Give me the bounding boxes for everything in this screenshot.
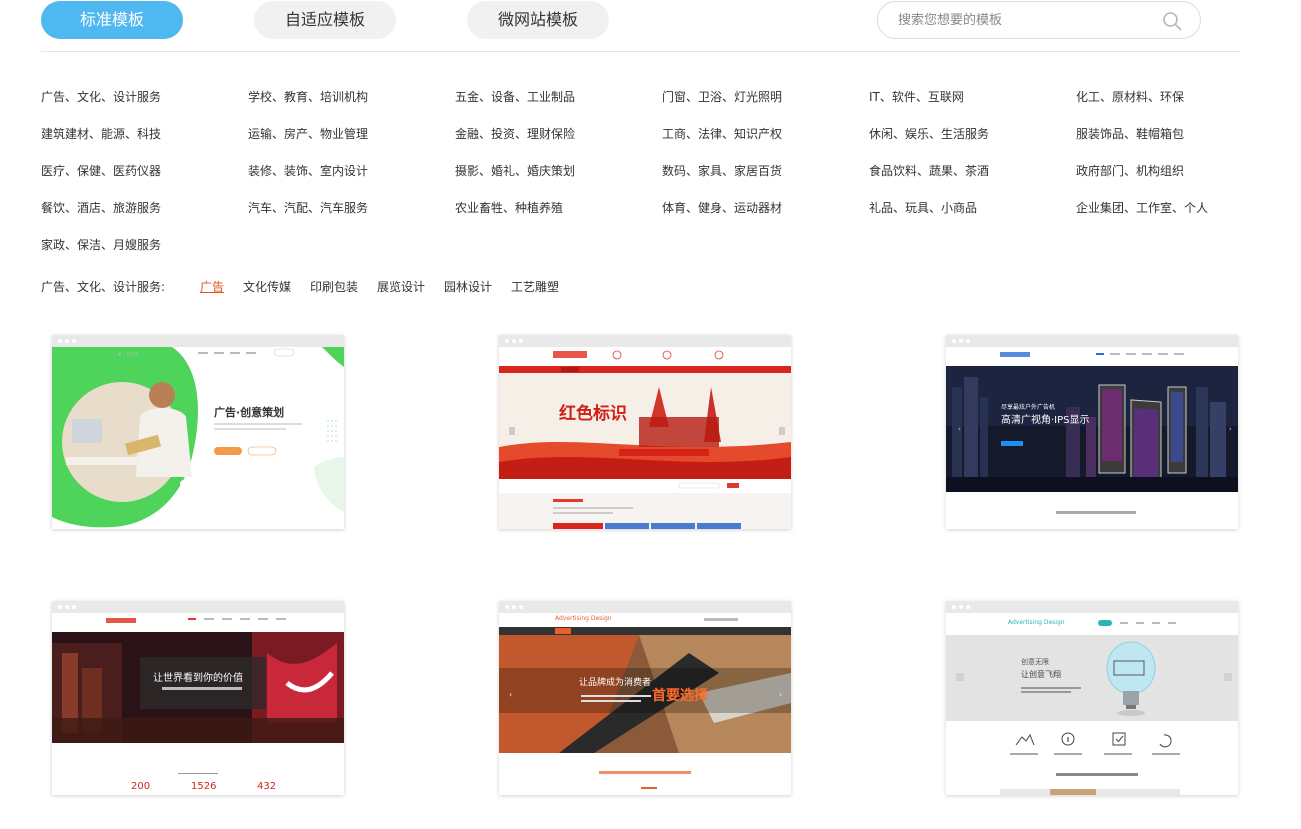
template-preview: 让世界看到你的价值 200 1526 432 bbox=[52, 613, 344, 795]
category-item[interactable]: 体育、健身、运动器材 bbox=[662, 197, 782, 219]
preview-headline: 让世界看到你的价值 bbox=[153, 673, 243, 684]
preview-brand: Advertising Design bbox=[555, 615, 612, 622]
preview-headline: 让创意飞翔 bbox=[1021, 670, 1061, 679]
browser-chrome bbox=[52, 335, 344, 347]
category-item[interactable]: 政府部门、机构组织 bbox=[1076, 160, 1184, 182]
category-item[interactable]: 门窗、卫浴、灯光照明 bbox=[662, 86, 782, 108]
preview-illustration bbox=[946, 613, 1238, 795]
category-item[interactable]: 金融、投资、理财保险 bbox=[455, 123, 575, 145]
filter-item-yuanlinsheji[interactable]: 园林设计 bbox=[444, 276, 492, 298]
category-item[interactable]: 五金、设备、工业制品 bbox=[455, 86, 575, 108]
preview-headline: 广告·创意策划 bbox=[214, 406, 285, 419]
preview-lead: 让品牌成为消费者 bbox=[579, 678, 652, 688]
category-item[interactable]: 礼品、玩具、小商品 bbox=[869, 197, 977, 219]
preview-stat: 200 bbox=[131, 781, 151, 792]
category-item[interactable]: 化工、原材料、环保 bbox=[1076, 86, 1184, 108]
svg-text:‹: ‹ bbox=[958, 425, 961, 433]
browser-chrome bbox=[946, 601, 1238, 613]
preview-headline: 红色标识 bbox=[559, 404, 627, 424]
filter-item-guanggao[interactable]: 广告 bbox=[200, 276, 224, 298]
category-item[interactable]: 农业畜牲、种植养殖 bbox=[455, 197, 563, 219]
tab-responsive-templates[interactable]: 自适应模板 bbox=[254, 1, 396, 39]
svg-text:● 广告创意: ● 广告创意 bbox=[118, 350, 139, 356]
template-card[interactable]: ‹ › 尽享最炫户外广告机 高清广视角·IPS显示 bbox=[946, 335, 1238, 529]
template-card[interactable]: ● 广告创意 广告·创意策划 bbox=[52, 335, 344, 529]
template-card[interactable]: Advertising Design 创意无限 让创意飞翔 bbox=[946, 601, 1238, 795]
svg-text:‹: ‹ bbox=[509, 690, 512, 699]
tab-micro-site-templates[interactable]: 微网站模板 bbox=[467, 1, 609, 39]
preview-brand: Advertising Design bbox=[1008, 619, 1065, 626]
category-item[interactable]: 汽车、汽配、汽车服务 bbox=[248, 197, 368, 219]
template-type-bar: 标准模板 自适应模板 微网站模板 bbox=[41, 0, 1241, 52]
template-card[interactable]: 红色标识 bbox=[499, 335, 791, 529]
preview-headline: 首要选择 bbox=[652, 688, 708, 704]
browser-chrome bbox=[499, 601, 791, 613]
category-item[interactable]: 医疗、保健、医药仪器 bbox=[41, 160, 161, 182]
search-icon[interactable] bbox=[1162, 11, 1182, 31]
category-item[interactable]: 工商、法律、知识产权 bbox=[662, 123, 782, 145]
category-item[interactable]: 运输、房产、物业管理 bbox=[248, 123, 368, 145]
template-card[interactable]: ‹ › Advertising Design 让品牌成为消费者 首要选择 bbox=[499, 601, 791, 795]
template-card[interactable]: 让世界看到你的价值 200 1526 432 bbox=[52, 601, 344, 795]
preview-illustration bbox=[52, 613, 344, 795]
preview-illustration: ‹ › bbox=[946, 347, 1238, 529]
filter-item-gongyidiaosu[interactable]: 工艺雕塑 bbox=[511, 276, 559, 298]
preview-stat: 1526 bbox=[191, 781, 217, 792]
filter-item-wenhuachuanmei[interactable]: 文化传媒 bbox=[243, 276, 291, 298]
browser-chrome bbox=[946, 335, 1238, 347]
preview-illustration: ● 广告创意 bbox=[52, 347, 344, 529]
template-preview: Advertising Design 创意无限 让创意飞翔 bbox=[946, 613, 1238, 795]
category-item[interactable]: 广告、文化、设计服务 bbox=[41, 86, 161, 108]
filter-item-zhanlansheji[interactable]: 展览设计 bbox=[377, 276, 425, 298]
preview-stat: 432 bbox=[257, 781, 277, 792]
category-item[interactable]: 服装饰品、鞋帽箱包 bbox=[1076, 123, 1184, 145]
template-preview: ● 广告创意 广告·创意策划 bbox=[52, 347, 344, 529]
category-item[interactable]: 家政、保洁、月嫂服务 bbox=[41, 234, 161, 256]
browser-chrome bbox=[52, 601, 344, 613]
search-box bbox=[877, 1, 1201, 39]
category-item[interactable]: 休闲、娱乐、生活服务 bbox=[869, 123, 989, 145]
template-preview: 红色标识 bbox=[499, 347, 791, 529]
category-item[interactable]: 食品饮料、蔬果、茶酒 bbox=[869, 160, 989, 182]
search-input[interactable] bbox=[898, 2, 1148, 38]
tab-standard-templates[interactable]: 标准模板 bbox=[41, 1, 183, 39]
category-item[interactable]: 装修、装饰、室内设计 bbox=[248, 160, 368, 182]
template-preview: ‹ › 尽享最炫户外广告机 高清广视角·IPS显示 bbox=[946, 347, 1238, 529]
template-preview: ‹ › Advertising Design 让品牌成为消费者 首要选择 bbox=[499, 613, 791, 795]
preview-illustration: ‹ › bbox=[499, 613, 791, 795]
category-item[interactable]: IT、软件、互联网 bbox=[869, 86, 964, 108]
filter-label: 广告、文化、设计服务: bbox=[41, 280, 166, 294]
category-item[interactable]: 企业集团、工作室、个人 bbox=[1076, 197, 1208, 219]
category-item[interactable]: 数码、家具、家居百货 bbox=[662, 160, 782, 182]
preview-lead: 创意无限 bbox=[1021, 658, 1049, 666]
category-item[interactable]: 建筑建材、能源、科技 bbox=[41, 123, 161, 145]
preview-headline: 高清广视角·IPS显示 bbox=[1001, 415, 1090, 426]
preview-kicker: 尽享最炫户外广告机 bbox=[1001, 404, 1056, 411]
preview-illustration bbox=[499, 347, 791, 529]
filter-item-yinshuabaozhuang[interactable]: 印刷包装 bbox=[310, 276, 358, 298]
svg-text:›: › bbox=[1229, 425, 1232, 433]
category-item[interactable]: 餐饮、酒店、旅游服务 bbox=[41, 197, 161, 219]
browser-chrome bbox=[499, 335, 791, 347]
category-item[interactable]: 学校、教育、培训机构 bbox=[248, 86, 368, 108]
svg-text:›: › bbox=[779, 690, 782, 699]
category-item[interactable]: 摄影、婚礼、婚庆策划 bbox=[455, 160, 575, 182]
